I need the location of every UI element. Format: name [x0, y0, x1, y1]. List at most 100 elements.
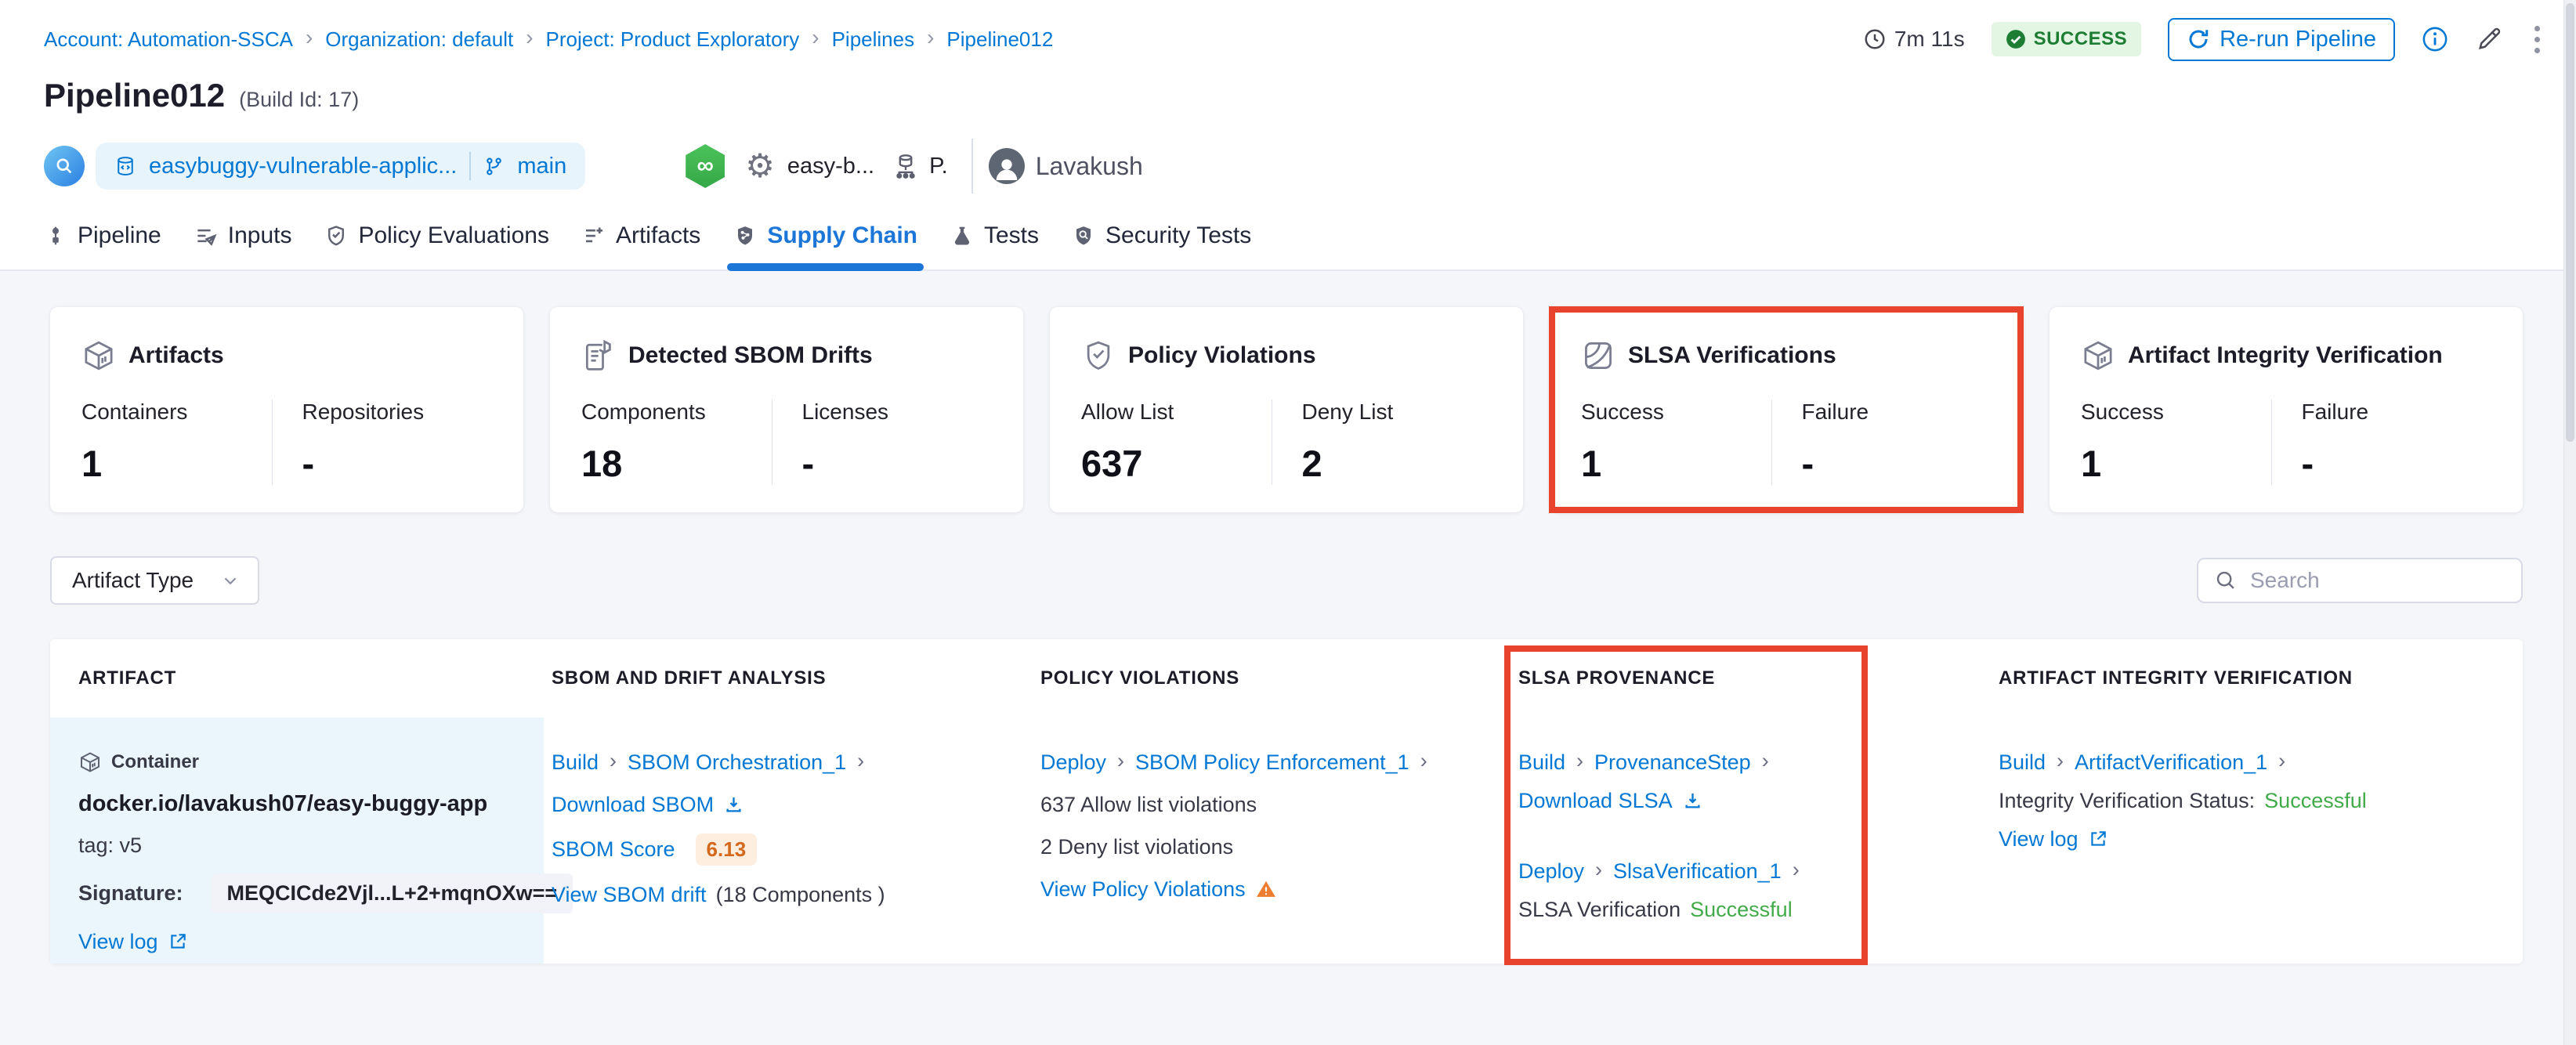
clock-icon — [1865, 29, 1885, 49]
card-col-value: 1 — [81, 443, 103, 484]
chevron-separator: › — [2057, 749, 2064, 772]
rerun-label: Re-run Pipeline — [2220, 26, 2376, 52]
breadcrumb-account[interactable]: Account: Automation-SSCA — [44, 27, 293, 52]
breadcrumb-org[interactable]: Organization: default — [325, 27, 513, 52]
step-link[interactable]: ArtifactVerification_1 — [2075, 750, 2267, 775]
tab-pipeline[interactable]: Pipeline — [44, 222, 161, 269]
card-title: Artifacts — [128, 342, 224, 368]
tab-tests[interactable]: Tests — [950, 222, 1039, 269]
search-icon — [2216, 571, 2234, 589]
slsa-cell: Build › ProvenanceStep › Download SLSA D… — [1511, 718, 1991, 964]
search-input[interactable] — [2250, 568, 2505, 593]
tab-security-tests[interactable]: Security Tests — [1072, 222, 1251, 269]
external-link-icon[interactable] — [168, 931, 188, 952]
breadcrumb-current[interactable]: Pipeline012 — [946, 27, 1053, 52]
repo-branch-pill[interactable]: easybuggy-vulnerable-applic... main — [96, 143, 586, 190]
sbom-cell: Build › SBOM Orchestration_1 › Download … — [544, 718, 1033, 964]
stage-link[interactable]: Deploy — [1040, 750, 1106, 775]
card-col-label: Components — [581, 400, 706, 424]
security-tests-icon — [1076, 226, 1091, 245]
card-col-label: Repositories — [302, 400, 425, 424]
view-sbom-drift-link[interactable]: View SBOM drift — [552, 883, 707, 907]
gear-icon: ⚙ — [745, 147, 775, 184]
card-col-value: 2 — [1301, 443, 1322, 484]
card-col-value: - — [2301, 443, 2314, 484]
col-header-artifact: ARTIFACT — [78, 667, 177, 689]
tab-label: Inputs — [227, 222, 292, 248]
slsa-status-value: Successful — [1690, 897, 1793, 921]
breadcrumb-pipelines[interactable]: Pipelines — [832, 27, 915, 52]
tab-supply-chain[interactable]: Supply Chain — [727, 222, 924, 271]
download-slsa-link[interactable]: Download SLSA — [1518, 789, 1673, 813]
card-title: Artifact Integrity Verification — [2128, 342, 2443, 368]
edit-icon[interactable] — [2475, 25, 2503, 53]
step-link[interactable]: SlsaVerification_1 — [1613, 859, 1782, 884]
download-icon[interactable] — [723, 794, 744, 815]
tab-inputs[interactable]: Inputs — [194, 222, 292, 269]
chevron-separator: › — [1576, 749, 1584, 772]
info-icon[interactable] — [2422, 26, 2448, 52]
stage-link[interactable]: Build — [1518, 750, 1565, 775]
integrity-status-label: Integrity Verification Status: — [1999, 788, 2256, 812]
col-header-sbom: SBOM AND DRIFT ANALYSIS — [552, 667, 827, 689]
step-link[interactable]: ProvenanceStep — [1594, 750, 1751, 775]
deny-violations-text: 2 Deny list violations — [1040, 834, 1234, 859]
tab-label: Security Tests — [1105, 222, 1252, 248]
integrity-status-value: Successful — [2264, 788, 2367, 812]
chevron-separator: › — [1761, 749, 1769, 772]
stage-link[interactable]: Build — [552, 750, 599, 775]
duration-text: 7m 11s — [1894, 27, 1965, 51]
download-sbom-link[interactable]: Download SBOM — [552, 793, 714, 817]
card-title: Detected SBOM Drifts — [628, 342, 873, 368]
stage-link[interactable]: Deploy — [1518, 859, 1584, 884]
page-title: Pipeline012 — [44, 77, 226, 114]
refresh-icon — [2189, 30, 2209, 49]
slsa-status-label: SLSA Verification — [1518, 897, 1681, 921]
col-header-slsa: SLSA PROVENANCE — [1518, 667, 1716, 689]
step-link[interactable]: SBOM Policy Enforcement_1 — [1135, 750, 1409, 775]
scrollbar-thumb[interactable] — [2566, 3, 2574, 442]
external-link-icon[interactable] — [2088, 829, 2108, 849]
card-col-label: Deny List — [1301, 400, 1394, 424]
col-header-integrity: ARTIFACT INTEGRITY VERIFICATION — [1999, 667, 2353, 689]
view-log-link[interactable]: View log — [78, 930, 158, 954]
pill-divider — [469, 152, 472, 180]
chevron-separator: › — [1595, 858, 1603, 881]
download-icon[interactable] — [1682, 790, 1703, 812]
artifact-name: docker.io/lavakush07/easy-buggy-app — [78, 790, 488, 816]
breadcrumb-project[interactable]: Project: Product Exploratory — [546, 27, 800, 52]
sbom-score-badge: 6.13 — [695, 833, 758, 866]
infinity-glyph: ∞ — [696, 153, 714, 179]
col-header-policy: POLICY VIOLATIONS — [1040, 667, 1240, 689]
kebab-menu-icon[interactable] — [2530, 21, 2545, 58]
signature-value[interactable]: MEQCICde2Vjl...L+2+mqnOXw== — [211, 873, 573, 913]
page-header: Account: Automation-SSCA › Organization:… — [0, 0, 2576, 271]
step-link[interactable]: SBOM Orchestration_1 — [628, 750, 846, 775]
sbom-drift-icon — [585, 339, 611, 371]
artifact-type-dropdown[interactable]: Artifact Type — [50, 556, 260, 605]
drift-components-count: (18 Components ) — [715, 882, 885, 906]
artifact-tag: tag: v5 — [78, 833, 143, 857]
tab-policy-evaluations[interactable]: Policy Evaluations — [324, 222, 549, 269]
card-col-value: - — [801, 443, 815, 484]
artifacts-icon — [585, 227, 602, 243]
tab-label: Tests — [984, 222, 1040, 248]
scrollbar[interactable] — [2563, 0, 2576, 1045]
stage-link[interactable]: Build — [1999, 750, 2046, 775]
sbom-score-link[interactable]: SBOM Score — [552, 837, 675, 862]
search-box[interactable] — [2197, 558, 2523, 603]
build-id: (Build Id: 17) — [239, 88, 360, 111]
breadcrumb: Account: Automation-SSCA › Organization:… — [44, 25, 1053, 53]
user-avatar-icon — [988, 148, 1025, 184]
breadcrumb-separator: › — [927, 25, 935, 49]
chevron-separator: › — [1420, 749, 1427, 772]
view-policy-violations-link[interactable]: View Policy Violations — [1040, 877, 1246, 902]
webhook-text: easy-b... — [787, 153, 875, 179]
chevron-down-icon — [224, 577, 237, 585]
card-col-value: 1 — [2081, 443, 2102, 484]
view-log-link[interactable]: View log — [1999, 827, 2079, 852]
repo-icon — [118, 157, 133, 175]
rerun-pipeline-button[interactable]: Re-run Pipeline — [2168, 17, 2395, 61]
tab-artifacts[interactable]: Artifacts — [582, 222, 700, 269]
user-name: Lavakush — [1035, 151, 1143, 180]
